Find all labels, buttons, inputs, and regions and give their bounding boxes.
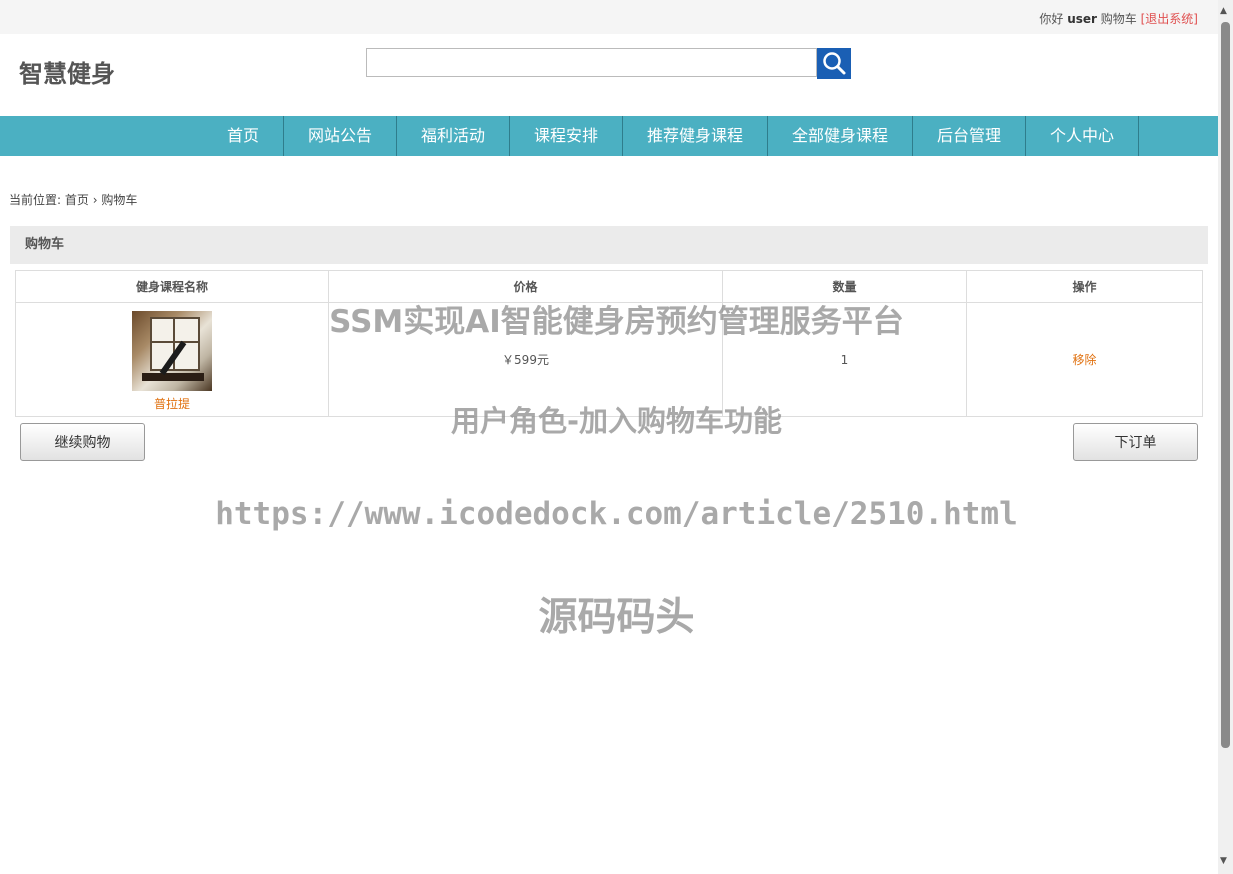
search-icon	[823, 52, 846, 75]
nav-item-welfare[interactable]: 福利活动	[397, 116, 510, 156]
nav-item-recommended[interactable]: 推荐健身课程	[623, 116, 768, 156]
greeting-text: 你好	[1039, 12, 1064, 26]
nav-item-profile[interactable]: 个人中心	[1026, 116, 1139, 156]
scroll-down-arrow-icon[interactable]: ▼	[1220, 856, 1227, 866]
breadcrumb-separator: ›	[92, 193, 98, 207]
remove-link[interactable]: 移除	[1072, 353, 1096, 367]
main-nav: 首页 网站公告 福利活动 课程安排 推荐健身课程 全部健身课程 后台管理 个人中…	[0, 116, 1218, 156]
nav-item-all-courses[interactable]: 全部健身课程	[768, 116, 913, 156]
product-name[interactable]: 普拉提	[17, 395, 327, 412]
search-button[interactable]	[817, 48, 851, 79]
product-image[interactable]	[132, 311, 212, 391]
breadcrumb-prefix: 当前位置:	[9, 193, 62, 207]
username: user	[1067, 12, 1097, 26]
col-action: 操作	[966, 270, 1203, 303]
cart-table: 健身课程名称 价格 数量 操作 普拉提 ￥599元 1 移除	[15, 270, 1203, 417]
logout-link[interactable]: [退出系统]	[1141, 12, 1198, 26]
price-cell: ￥599元	[328, 302, 723, 417]
nav-item-announcements[interactable]: 网站公告	[284, 116, 397, 156]
nav-item-schedule[interactable]: 课程安排	[510, 116, 623, 156]
quantity-cell: 1	[722, 302, 967, 417]
breadcrumb-current: 购物车	[101, 193, 138, 207]
col-quantity: 数量	[722, 270, 967, 303]
watermark-brand: 源码码头	[538, 595, 695, 640]
search-input[interactable]	[366, 48, 817, 77]
breadcrumb-home[interactable]: 首页	[65, 193, 89, 207]
nav-item-home[interactable]: 首页	[203, 116, 284, 156]
top-bar: 你好 user 购物车 [退出系统]	[0, 0, 1218, 34]
scroll-up-arrow-icon[interactable]: ▲	[1220, 6, 1227, 16]
continue-shopping-button[interactable]: 继续购物	[20, 423, 145, 461]
scrollbar-thumb[interactable]	[1221, 22, 1230, 748]
cart-link[interactable]: 购物车	[1101, 12, 1137, 26]
col-price: 价格	[328, 270, 723, 303]
col-name: 健身课程名称	[15, 270, 329, 303]
site-logo[interactable]: 智慧健身	[19, 54, 115, 89]
breadcrumb: 当前位置: 首页 › 购物车	[9, 191, 137, 208]
table-row: 普拉提 ￥599元 1 移除	[15, 302, 1203, 417]
product-cell: 普拉提	[15, 302, 329, 417]
table-header-row: 健身课程名称 价格 数量 操作	[15, 270, 1203, 303]
user-info: 你好 user 购物车 [退出系统]	[1039, 10, 1198, 27]
cart-panel-title: 购物车	[10, 226, 1208, 264]
action-cell: 移除	[966, 302, 1203, 417]
place-order-button[interactable]: 下订单	[1073, 423, 1198, 461]
watermark-url: https://www.icodedock.com/article/2510.h…	[215, 496, 1018, 532]
nav-item-admin[interactable]: 后台管理	[913, 116, 1026, 156]
